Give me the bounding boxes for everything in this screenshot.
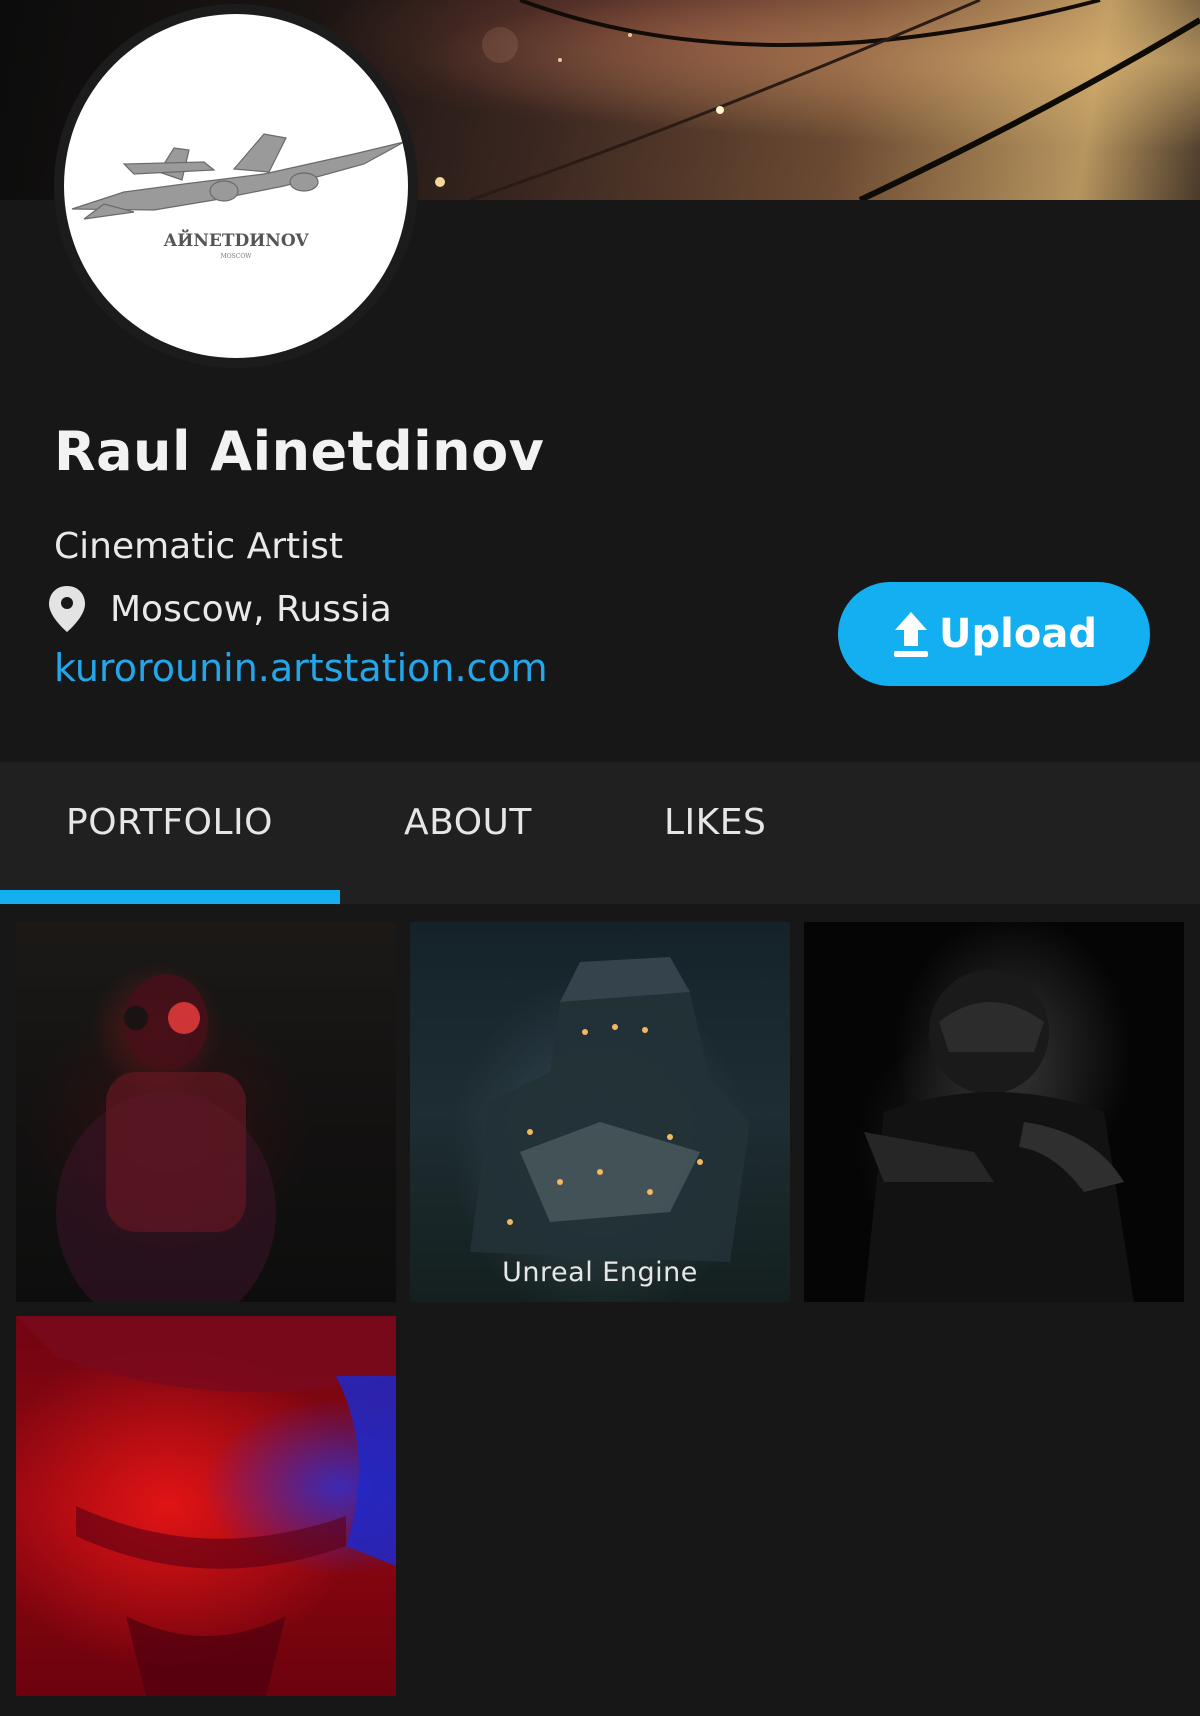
tab-about[interactable]: ABOUT (404, 802, 532, 843)
avatar-logo-text: АЙNETDИNOV (163, 229, 309, 251)
website-link[interactable]: kurorounin.artstation.com (54, 646, 548, 690)
tab-portfolio[interactable]: PORTFOLIO (66, 802, 273, 843)
profile-location: Moscow, Russia (46, 584, 392, 634)
location-text: Moscow, Russia (110, 588, 392, 630)
upload-arrow-icon (894, 612, 929, 657)
active-tab-indicator (0, 890, 340, 904)
profile-name: Raul Ainetdinov (54, 420, 545, 483)
upload-label: Upload (939, 611, 1097, 657)
portfolio-item[interactable] (804, 922, 1184, 1302)
profile-tabs: PORTFOLIO ABOUT LIKES (0, 762, 1200, 904)
thumb-caption: Unreal Engine (502, 1257, 698, 1288)
avatar-logo-subtext: MOSCOW (221, 253, 253, 260)
portfolio-item[interactable] (16, 922, 396, 1302)
profile-title: Cinematic Artist (54, 526, 344, 567)
tab-likes[interactable]: LIKES (664, 802, 766, 843)
map-pin-icon (49, 586, 85, 632)
portfolio-item[interactable] (16, 1316, 396, 1696)
avatar[interactable]: АЙNETDИNOV MOSCOW (54, 4, 418, 368)
avatar-logo: АЙNETDИNOV MOSCOW (64, 14, 408, 358)
portfolio-item[interactable]: Unreal Engine (410, 922, 790, 1302)
upload-button[interactable]: Upload (838, 582, 1150, 686)
profile-page: АЙNETDИNOV MOSCOW Raul Ainetdinov Cinema… (0, 0, 1200, 1716)
